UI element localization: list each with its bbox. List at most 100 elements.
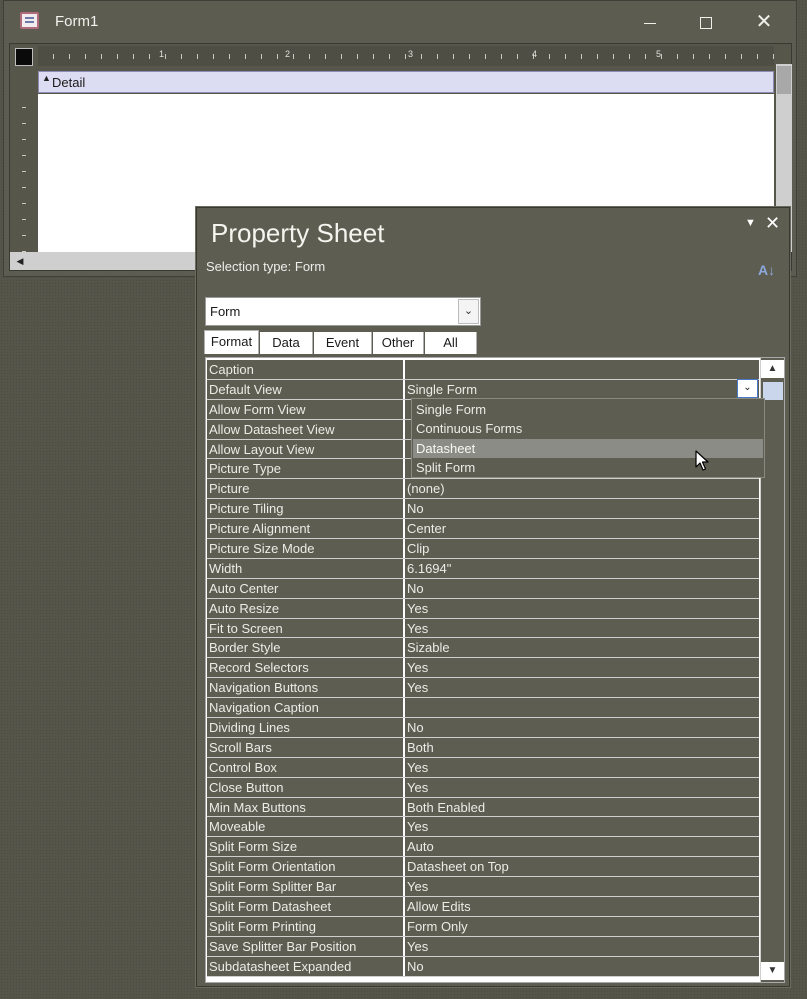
property-row[interactable]: Save Splitter Bar Position Yes [207,936,759,957]
property-name[interactable]: Allow Datasheet View [207,419,403,439]
property-row[interactable]: Split Form Orientation Datasheet on Top [207,857,759,878]
property-value[interactable]: Yes [405,817,759,837]
form-titlebar[interactable]: Form1 ✕ [4,1,796,43]
property-row[interactable]: Border Style Sizable [207,638,759,659]
property-value[interactable]: Yes [405,678,759,698]
property-value[interactable]: No [405,499,759,519]
property-name[interactable]: Moveable [207,817,403,837]
property-name[interactable]: Subdatasheet Expanded [207,956,403,976]
property-value[interactable]: Yes [405,598,759,618]
property-value[interactable]: Form Only [405,916,759,936]
property-name[interactable]: Split Form Size [207,837,403,857]
property-name[interactable]: Scroll Bars [207,737,403,757]
property-row[interactable]: Auto Center No [207,578,759,599]
close-icon[interactable]: ✕ [765,213,780,234]
property-row[interactable]: Min Max Buttons Both Enabled [207,797,759,818]
property-row[interactable]: Width 6.1694" [207,558,759,579]
scroll-down-icon[interactable]: ▼ [761,962,784,980]
property-name[interactable]: Caption [207,360,403,379]
horizontal-ruler[interactable]: 1 2 3 4 5 [38,46,774,66]
property-name[interactable]: Default View [207,379,403,399]
property-value[interactable] [405,698,759,718]
close-button[interactable]: ✕ [739,5,789,39]
property-name[interactable]: Picture Alignment [207,519,403,539]
property-name[interactable]: Border Style [207,638,403,658]
minimize-button[interactable] [625,5,675,39]
property-name[interactable]: Split Form Datasheet [207,897,403,916]
chevron-down-icon[interactable]: ⌄ [737,379,758,398]
vertical-ruler[interactable]: 1 [15,92,35,272]
property-name[interactable]: Split Form Orientation [207,857,403,877]
property-row[interactable]: Split Form Datasheet Allow Edits [207,897,759,917]
property-row[interactable]: Close Button Yes [207,777,759,798]
dropdown-option[interactable]: Single Form [413,400,763,419]
property-value[interactable]: 6.1694" [405,558,759,578]
property-name[interactable]: Auto Resize [207,598,403,618]
property-value[interactable]: Both [405,737,759,757]
property-value[interactable]: Center [405,519,759,539]
property-name[interactable]: Dividing Lines [207,718,403,737]
property-name[interactable]: Control Box [207,757,403,777]
property-row[interactable]: Navigation Buttons Yes [207,678,759,699]
detail-section-bar[interactable]: ▲ Detail [38,71,774,93]
tab-all[interactable]: All [425,332,477,354]
property-value[interactable]: Yes [405,936,759,956]
property-row[interactable]: Picture (none) [207,479,759,500]
scrollbar-thumb[interactable] [777,66,791,94]
chevron-down-icon[interactable]: ⌄ [458,299,479,324]
maximize-button[interactable] [681,5,731,39]
property-row[interactable]: Split Form Size Auto [207,837,759,858]
tab-other[interactable]: Other [373,332,424,354]
property-row[interactable]: Control Box Yes [207,757,759,778]
property-name[interactable]: Fit to Screen [207,618,403,638]
property-name[interactable]: Picture Type [207,459,403,479]
property-name[interactable]: Split Form Splitter Bar [207,877,403,897]
property-value[interactable]: (none) [405,479,759,499]
property-name[interactable]: Navigation Caption [207,698,403,718]
property-row[interactable]: Picture Alignment Center [207,519,759,540]
property-row[interactable]: Subdatasheet Expanded No [207,956,759,977]
property-row[interactable]: Moveable Yes [207,817,759,838]
tab-data[interactable]: Data [260,332,313,354]
property-row[interactable]: Scroll Bars Both [207,737,759,758]
property-name[interactable]: Allow Layout View [207,439,403,459]
property-value[interactable]: Yes [405,777,759,797]
property-row[interactable]: Split Form Printing Form Only [207,916,759,937]
property-name[interactable]: Save Splitter Bar Position [207,936,403,956]
property-row[interactable]: Default View Single Form [207,379,759,400]
property-name[interactable]: Picture Tiling [207,499,403,519]
property-name[interactable]: Navigation Buttons [207,678,403,698]
property-value[interactable]: Clip [405,539,759,558]
chevron-down-icon[interactable]: ▼ [745,217,756,229]
property-name[interactable]: Split Form Printing [207,916,403,936]
property-value[interactable]: Yes [405,658,759,678]
property-value[interactable]: Allow Edits [405,897,759,916]
form-selector-box[interactable] [15,48,33,66]
property-value[interactable]: Auto [405,837,759,857]
property-row[interactable]: Picture Size Mode Clip [207,539,759,559]
property-value[interactable]: Yes [405,757,759,777]
property-name[interactable]: Allow Form View [207,399,403,419]
property-row[interactable]: Split Form Splitter Bar Yes [207,877,759,898]
sort-az-icon[interactable]: A↓ [758,262,775,278]
property-row[interactable]: Navigation Caption [207,698,759,719]
property-value[interactable] [405,360,759,379]
property-value[interactable]: No [405,956,759,976]
property-value[interactable]: Sizable [405,638,759,658]
property-name[interactable]: Close Button [207,777,403,797]
property-row[interactable]: Record Selectors Yes [207,658,759,679]
tab-event[interactable]: Event [314,332,372,354]
property-row[interactable]: Picture Tiling No [207,499,759,520]
scroll-left-icon[interactable]: ◀ [12,253,28,269]
tab-format[interactable]: Format [204,330,259,354]
dropdown-option[interactable]: Continuous Forms [413,419,763,438]
property-row[interactable]: Dividing Lines No [207,718,759,738]
property-name[interactable]: Picture Size Mode [207,539,403,558]
property-value[interactable]: Both Enabled [405,797,759,817]
property-value[interactable]: Datasheet on Top [405,857,759,877]
property-name[interactable]: Width [207,558,403,578]
scroll-up-icon[interactable]: ▲ [761,360,784,378]
property-name[interactable]: Auto Center [207,578,403,598]
property-value[interactable]: Yes [405,877,759,897]
property-row[interactable]: Fit to Screen Yes [207,618,759,639]
